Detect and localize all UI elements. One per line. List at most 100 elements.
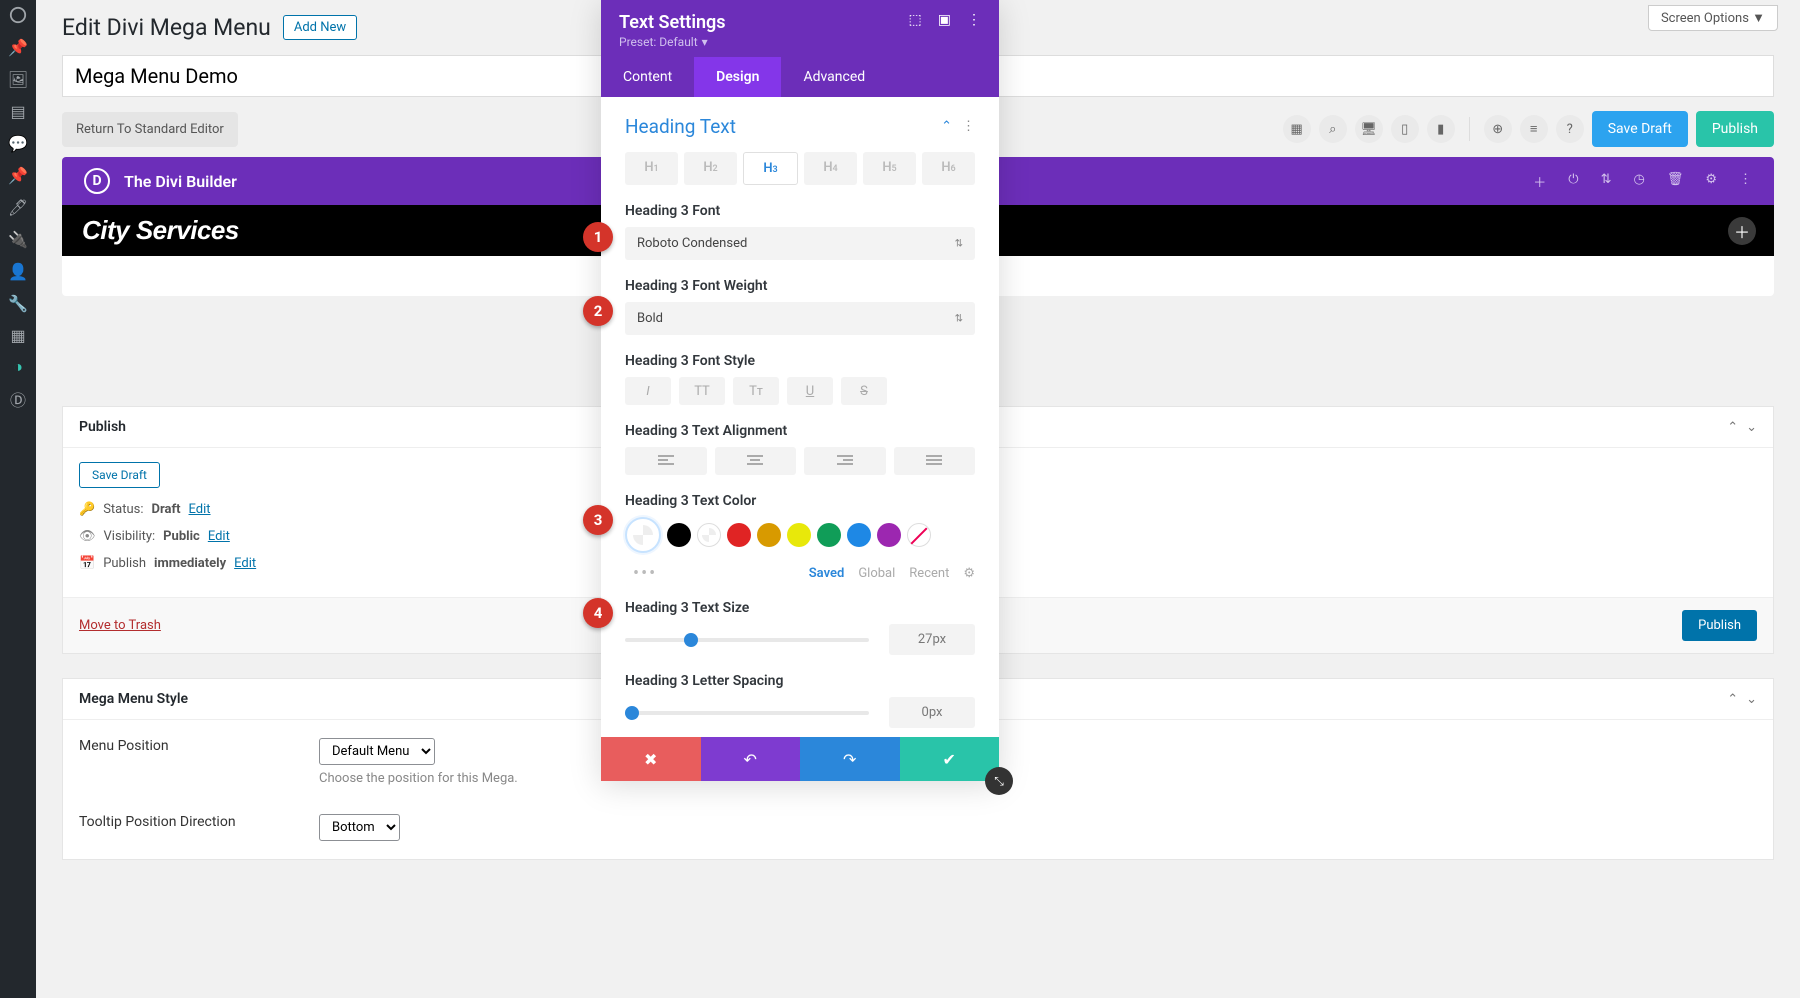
add-icon[interactable]: ＋ xyxy=(1533,172,1546,191)
phone-icon[interactable]: ▮ xyxy=(1427,115,1455,143)
metabox2-collapse-down-icon[interactable]: ⌄ xyxy=(1746,692,1757,707)
align-center-button[interactable] xyxy=(715,447,797,475)
h3-tab[interactable]: H3 xyxy=(743,152,798,185)
menu-position-help: Choose the position for this Mega. xyxy=(319,771,518,786)
swatch-green[interactable] xyxy=(817,523,841,547)
trash-icon[interactable]: 🗑 xyxy=(1667,172,1684,191)
panel-more-icon[interactable]: ⋮ xyxy=(967,12,981,28)
tools-icon[interactable]: 🔧 xyxy=(8,293,28,313)
letter-spacing-slider[interactable] xyxy=(625,711,869,715)
text-size-value[interactable]: 27px xyxy=(889,624,975,655)
menu-position-select[interactable]: Default Menu xyxy=(319,738,435,765)
underline-button[interactable]: U xyxy=(787,377,833,405)
h2-tab[interactable]: H2 xyxy=(684,152,737,185)
zoom-icon[interactable]: ⊕ xyxy=(1484,115,1512,143)
more-icon[interactable]: ⋮ xyxy=(1739,172,1752,191)
save-draft-small-button[interactable]: Save Draft xyxy=(79,462,160,488)
swatch-none[interactable] xyxy=(907,523,931,547)
tooltip-select[interactable]: Bottom xyxy=(319,814,400,841)
smallcaps-button[interactable]: Tᴛ xyxy=(733,377,779,405)
swatch-blue[interactable] xyxy=(847,523,871,547)
pages-icon[interactable]: ▤ xyxy=(8,101,28,121)
color-tab-recent[interactable]: Recent xyxy=(909,566,949,581)
pin-icon[interactable]: 📌 xyxy=(8,37,28,57)
uppercase-button[interactable]: TT xyxy=(679,377,725,405)
swatch-yellow[interactable] xyxy=(787,523,811,547)
power-icon[interactable]: ⏻ xyxy=(1568,172,1578,191)
color-more-icon[interactable]: ••• xyxy=(633,563,657,584)
divi-icon[interactable]: Ⓓ xyxy=(8,389,28,409)
swatch-selected[interactable] xyxy=(625,517,661,553)
swatch-red[interactable] xyxy=(727,523,751,547)
text-size-slider[interactable] xyxy=(625,638,869,642)
publish-button[interactable]: Publish xyxy=(1682,610,1757,641)
save-draft-button[interactable]: Save Draft xyxy=(1592,111,1688,147)
media-icon[interactable]: 🖼 xyxy=(8,69,28,89)
screen-options-button[interactable]: Screen Options ▼ xyxy=(1648,5,1778,31)
add-new-button[interactable]: Add New xyxy=(283,15,357,40)
color-tab-saved[interactable]: Saved xyxy=(809,566,845,581)
metabox-collapse-up-icon[interactable]: ⌃ xyxy=(1727,420,1738,435)
users-icon[interactable]: 👤 xyxy=(8,261,28,281)
tab-design[interactable]: Design xyxy=(694,57,781,97)
font-select[interactable]: Roboto Condensed xyxy=(625,227,975,260)
settings-preset[interactable]: Preset: Default▾ xyxy=(619,35,909,49)
plugins-icon[interactable]: 🔌 xyxy=(8,229,28,249)
h5-tab[interactable]: H5 xyxy=(863,152,916,185)
clock-icon[interactable]: ◷ xyxy=(1633,172,1644,191)
section-more-icon[interactable]: ⋮ xyxy=(962,119,975,134)
publish-label: Publish xyxy=(103,556,146,571)
confirm-button[interactable]: ✔ xyxy=(900,737,1000,781)
visibility-edit-link[interactable]: Edit xyxy=(208,529,230,544)
swatch-transparent[interactable] xyxy=(697,523,721,547)
swatch-purple[interactable] xyxy=(877,523,901,547)
strike-button[interactable]: S xyxy=(841,377,887,405)
h6-tab[interactable]: H6 xyxy=(922,152,975,185)
add-module-button[interactable]: ＋ xyxy=(1728,217,1756,245)
settings-icon[interactable]: ▦ xyxy=(8,325,28,345)
brush-icon[interactable]: 🖊 xyxy=(8,197,28,217)
align-left-button[interactable] xyxy=(625,447,707,475)
comments-icon[interactable]: 💬 xyxy=(8,133,28,153)
move-to-trash-link[interactable]: Move to Trash xyxy=(79,618,161,633)
align-justify-button[interactable] xyxy=(894,447,976,475)
swatch-black[interactable] xyxy=(667,523,691,547)
redo-button[interactable]: ↷ xyxy=(800,737,900,781)
divider xyxy=(1469,117,1470,141)
tab-advanced[interactable]: Advanced xyxy=(781,57,887,97)
sort-icon[interactable]: ⇅ xyxy=(1601,172,1612,191)
publish-edit-link[interactable]: Edit xyxy=(234,556,256,571)
pin2-icon[interactable]: 📌 xyxy=(8,165,28,185)
h4-tab[interactable]: H4 xyxy=(804,152,857,185)
weight-select[interactable]: Bold xyxy=(625,302,975,335)
hover-icon[interactable]: ⬚ xyxy=(909,12,922,28)
cancel-button[interactable]: ✖ xyxy=(601,737,701,781)
section-heading-text[interactable]: Heading Text xyxy=(625,115,736,138)
undo-button[interactable]: ↶ xyxy=(701,737,801,781)
resize-handle[interactable]: ⤡ xyxy=(985,767,1013,795)
publish-top-button[interactable]: Publish xyxy=(1696,111,1774,147)
search-icon[interactable]: ⌕ xyxy=(1319,115,1347,143)
color-settings-icon[interactable]: ⚙ xyxy=(963,566,975,581)
status-edit-link[interactable]: Edit xyxy=(189,502,211,517)
h1-tab[interactable]: H1 xyxy=(625,152,678,185)
return-standard-editor-button[interactable]: Return To Standard Editor xyxy=(62,112,238,147)
tab-content[interactable]: Content xyxy=(601,57,694,97)
grid-icon[interactable]: ▦ xyxy=(1283,115,1311,143)
desktop-icon[interactable]: 🖥 xyxy=(1355,115,1383,143)
layers-icon[interactable]: ≡ xyxy=(1520,115,1548,143)
align-right-button[interactable] xyxy=(804,447,886,475)
section-collapse-icon[interactable]: ⌃ xyxy=(941,119,952,134)
tablet-icon[interactable]: ▯ xyxy=(1391,115,1419,143)
responsive-icon[interactable]: ▣ xyxy=(938,12,951,28)
swatch-orange[interactable] xyxy=(757,523,781,547)
divi-color-icon[interactable]: ◑ xyxy=(8,357,28,377)
help-icon[interactable]: ? xyxy=(1556,115,1584,143)
color-tab-global[interactable]: Global xyxy=(858,566,895,581)
dashboard-icon[interactable] xyxy=(8,5,28,25)
metabox-collapse-down-icon[interactable]: ⌄ xyxy=(1746,420,1757,435)
italic-button[interactable]: I xyxy=(625,377,671,405)
letter-spacing-value[interactable]: 0px xyxy=(889,697,975,728)
gear-icon[interactable]: ⚙ xyxy=(1705,172,1717,191)
metabox2-collapse-up-icon[interactable]: ⌃ xyxy=(1727,692,1738,707)
